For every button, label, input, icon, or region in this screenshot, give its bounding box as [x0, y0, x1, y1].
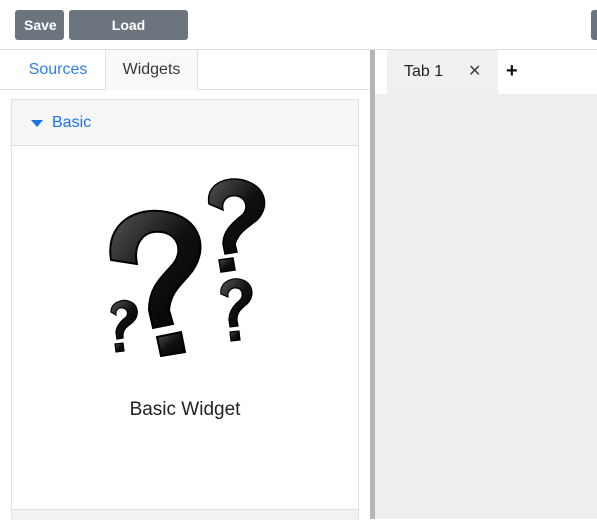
- widget-title[interactable]: Basic Widget: [12, 399, 358, 421]
- panel-tabs: Sources Widgets: [0, 50, 370, 90]
- caret-down-icon: [31, 120, 43, 127]
- tab-label: Tab 1: [404, 63, 444, 80]
- card-footer: [12, 509, 358, 520]
- tab-1[interactable]: Tab 1 ✕: [387, 50, 498, 94]
- widget-category-card: Basic Basic Widget: [11, 99, 359, 520]
- close-icon[interactable]: ✕: [468, 50, 481, 94]
- dashboard-tabs: Tab 1 ✕ +: [375, 50, 597, 94]
- add-tab-button[interactable]: +: [506, 50, 518, 92]
- dashboard-workspace: Tab 1 ✕ +: [375, 50, 597, 519]
- question-marks-icon[interactable]: [97, 172, 267, 362]
- tab-widgets[interactable]: Widgets: [105, 50, 198, 90]
- tab-sources[interactable]: Sources: [12, 50, 104, 90]
- left-panel: Sources Widgets Basic Basic Widget: [0, 50, 370, 520]
- category-label: Basic: [52, 114, 92, 131]
- toolbar: Save Load Recording: [0, 0, 597, 63]
- save-button[interactable]: Save: [15, 10, 64, 40]
- load-recording-button[interactable]: Load Recording: [69, 10, 188, 63]
- category-header-basic[interactable]: Basic: [12, 100, 358, 146]
- toolbar-edge-button[interactable]: [591, 10, 597, 40]
